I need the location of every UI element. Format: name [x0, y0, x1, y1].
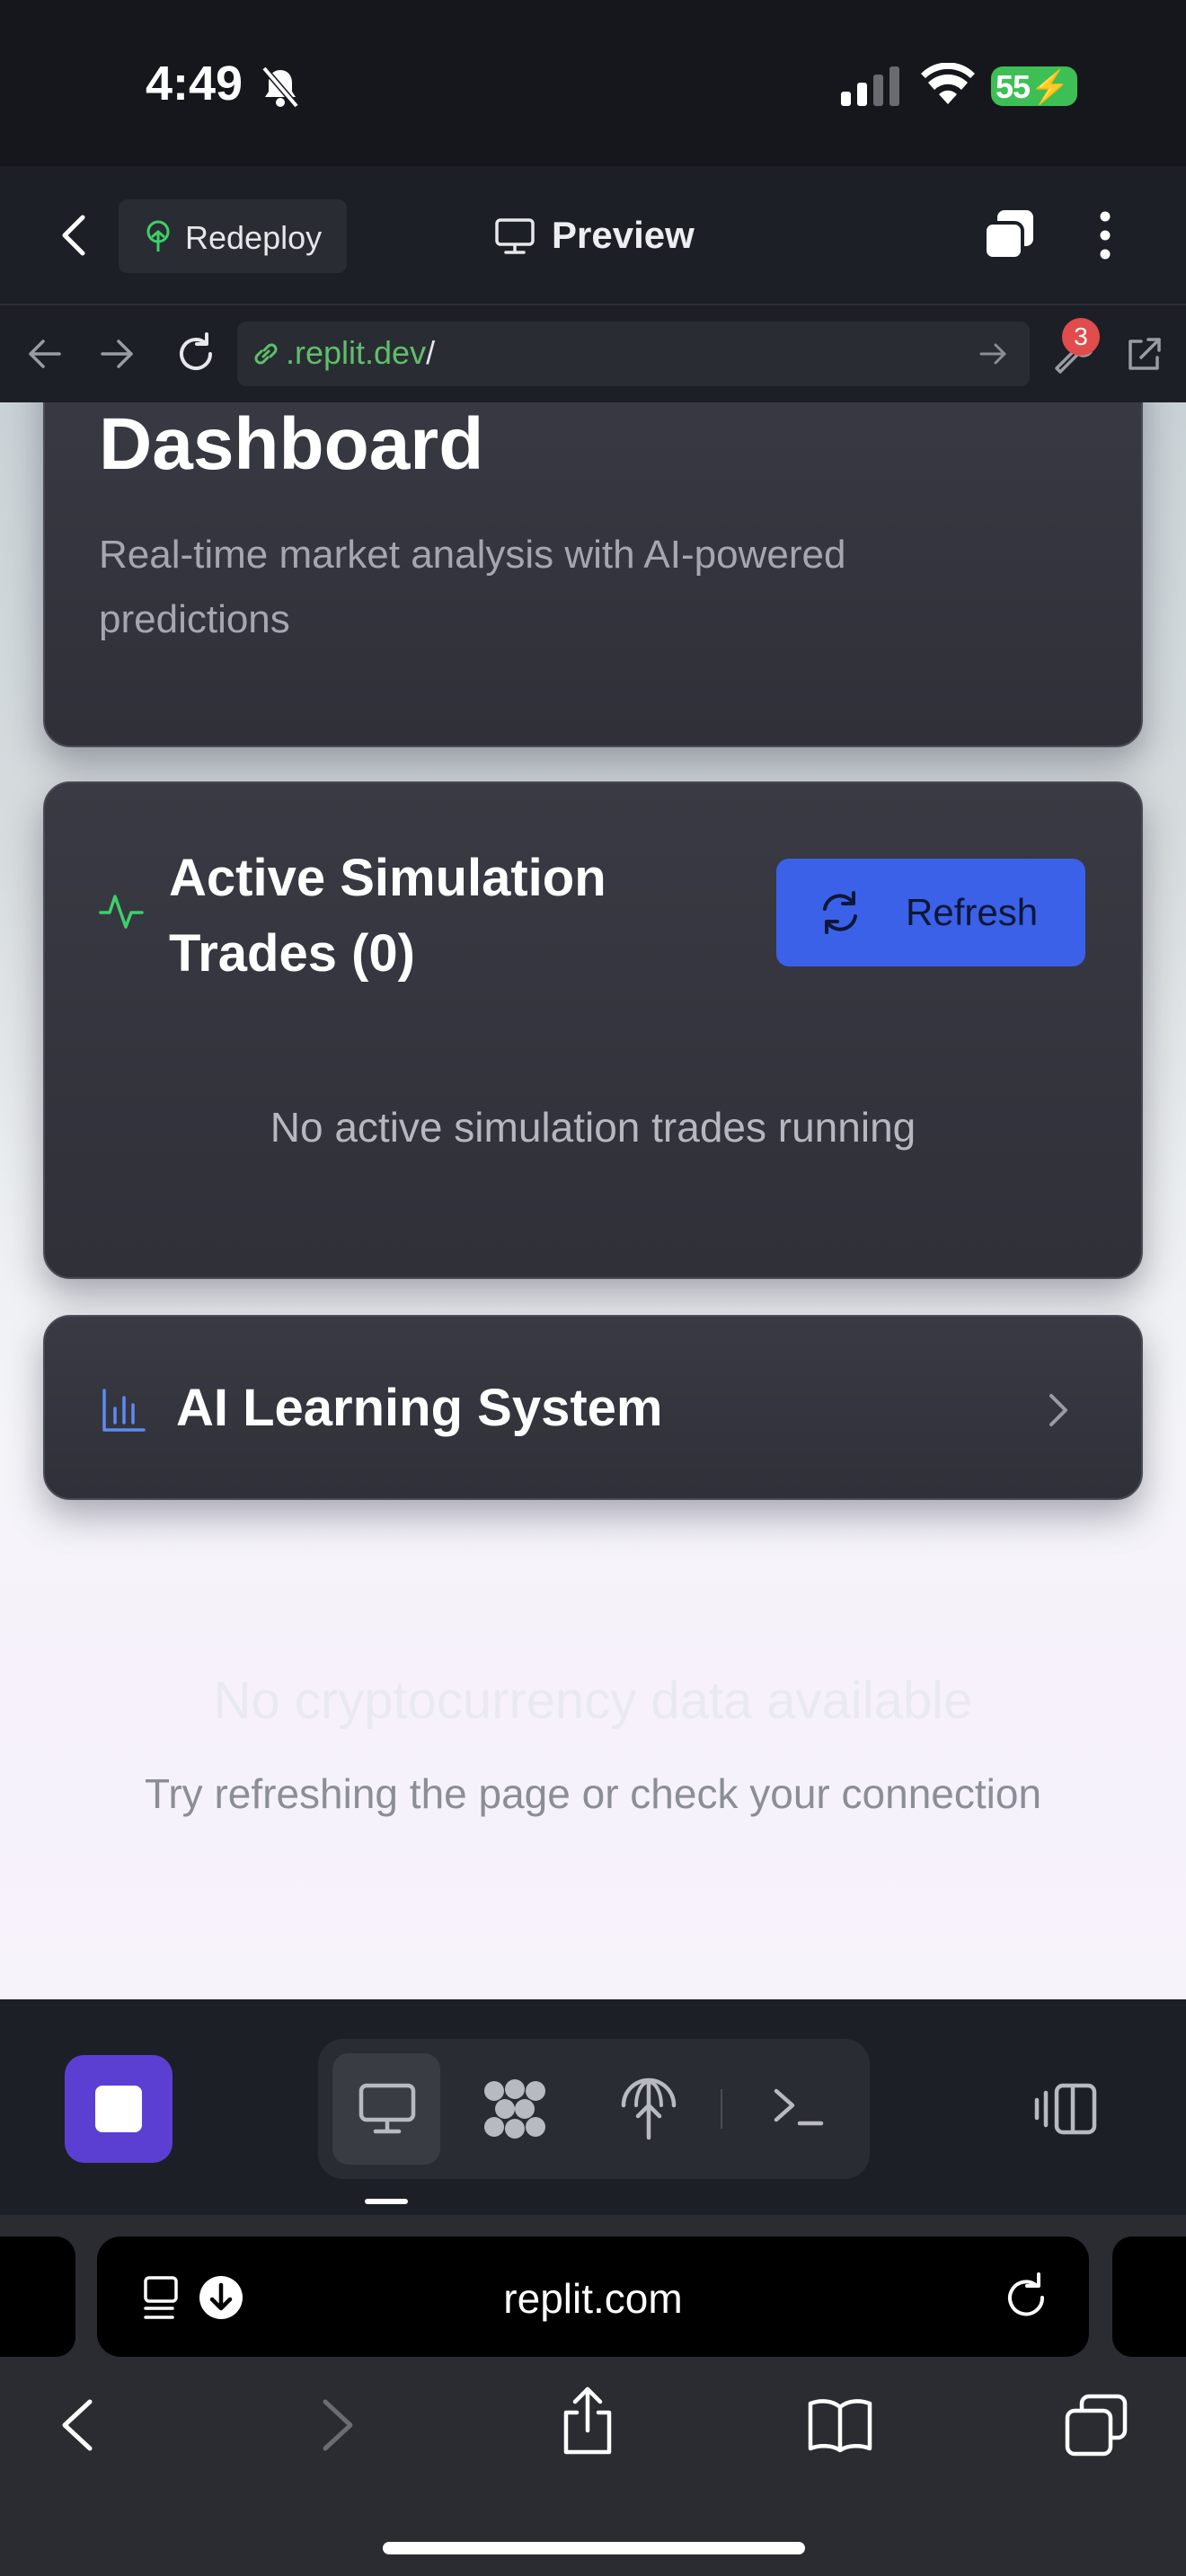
empty-state-title: No cryptocurrency data available — [213, 1672, 973, 1730]
devtools-badge: 3 — [1062, 318, 1100, 356]
tool-divider — [721, 2089, 722, 2129]
more-icon[interactable] — [1087, 208, 1123, 262]
empty-state-hint: Try refreshing the page or check your co… — [144, 1770, 1042, 1817]
arrow-right-icon[interactable] — [99, 334, 137, 374]
url-text: .replit.dev/ — [286, 334, 436, 371]
simulation-trades-title: Active Simulation Trades (0) — [169, 849, 606, 983]
tabs-overview-icon[interactable] — [1064, 2393, 1128, 2457]
reload-icon[interactable] — [173, 331, 219, 377]
preview-title[interactable]: Preview — [552, 214, 695, 257]
empty-trades-message: No active simulation trades running — [270, 1104, 916, 1151]
page-title: Dashboard — [99, 403, 484, 485]
refresh-label: Refresh — [906, 891, 1039, 933]
redeploy-label: Redeploy — [185, 219, 323, 256]
monitor-icon — [495, 218, 535, 254]
back-chevron-icon[interactable] — [54, 212, 97, 259]
page-subtitle: Real-time market analysis with AI-powere… — [99, 533, 846, 641]
deploy-icon[interactable] — [618, 2077, 679, 2141]
active-tool-indicator — [365, 2199, 408, 2204]
shell-icon[interactable] — [773, 2084, 825, 2130]
battery-level: 55⚡ — [996, 68, 1070, 105]
redeploy-icon — [146, 220, 170, 251]
safari-forward-icon[interactable] — [318, 2396, 358, 2454]
status-time: 4:49 — [146, 57, 243, 110]
share-icon[interactable] — [559, 2386, 616, 2457]
home-indicator — [383, 2542, 805, 2554]
refresh-icon — [823, 891, 857, 934]
wifi-icon — [921, 63, 975, 104]
arrow-go-icon[interactable] — [978, 340, 1010, 368]
previous-tab-peek[interactable] — [0, 2236, 75, 2357]
monitor-icon — [358, 2083, 416, 2134]
open-external-icon[interactable] — [1123, 334, 1164, 375]
layout-icon[interactable] — [1033, 2080, 1100, 2138]
next-tab-peek[interactable] — [1112, 2236, 1186, 2357]
safari-url-text: replit.com — [503, 2275, 683, 2322]
safari-back-icon[interactable] — [58, 2396, 97, 2454]
link-icon — [254, 343, 278, 365]
ai-learning-title: AI Learning System — [176, 1379, 663, 1437]
bell-slash-icon — [261, 66, 299, 109]
signal-icon — [841, 66, 899, 106]
stop-icon — [95, 2086, 142, 2132]
tabs-icon[interactable] — [981, 208, 1037, 262]
bookmarks-icon[interactable] — [807, 2396, 873, 2454]
agent-icon[interactable] — [480, 2077, 550, 2141]
bar-chart-icon — [102, 1389, 146, 1432]
pulse-icon — [99, 895, 144, 929]
chevron-right-icon — [1049, 1394, 1067, 1426]
reload-icon[interactable] — [1003, 2271, 1051, 2321]
arrow-left-icon[interactable] — [25, 334, 63, 374]
